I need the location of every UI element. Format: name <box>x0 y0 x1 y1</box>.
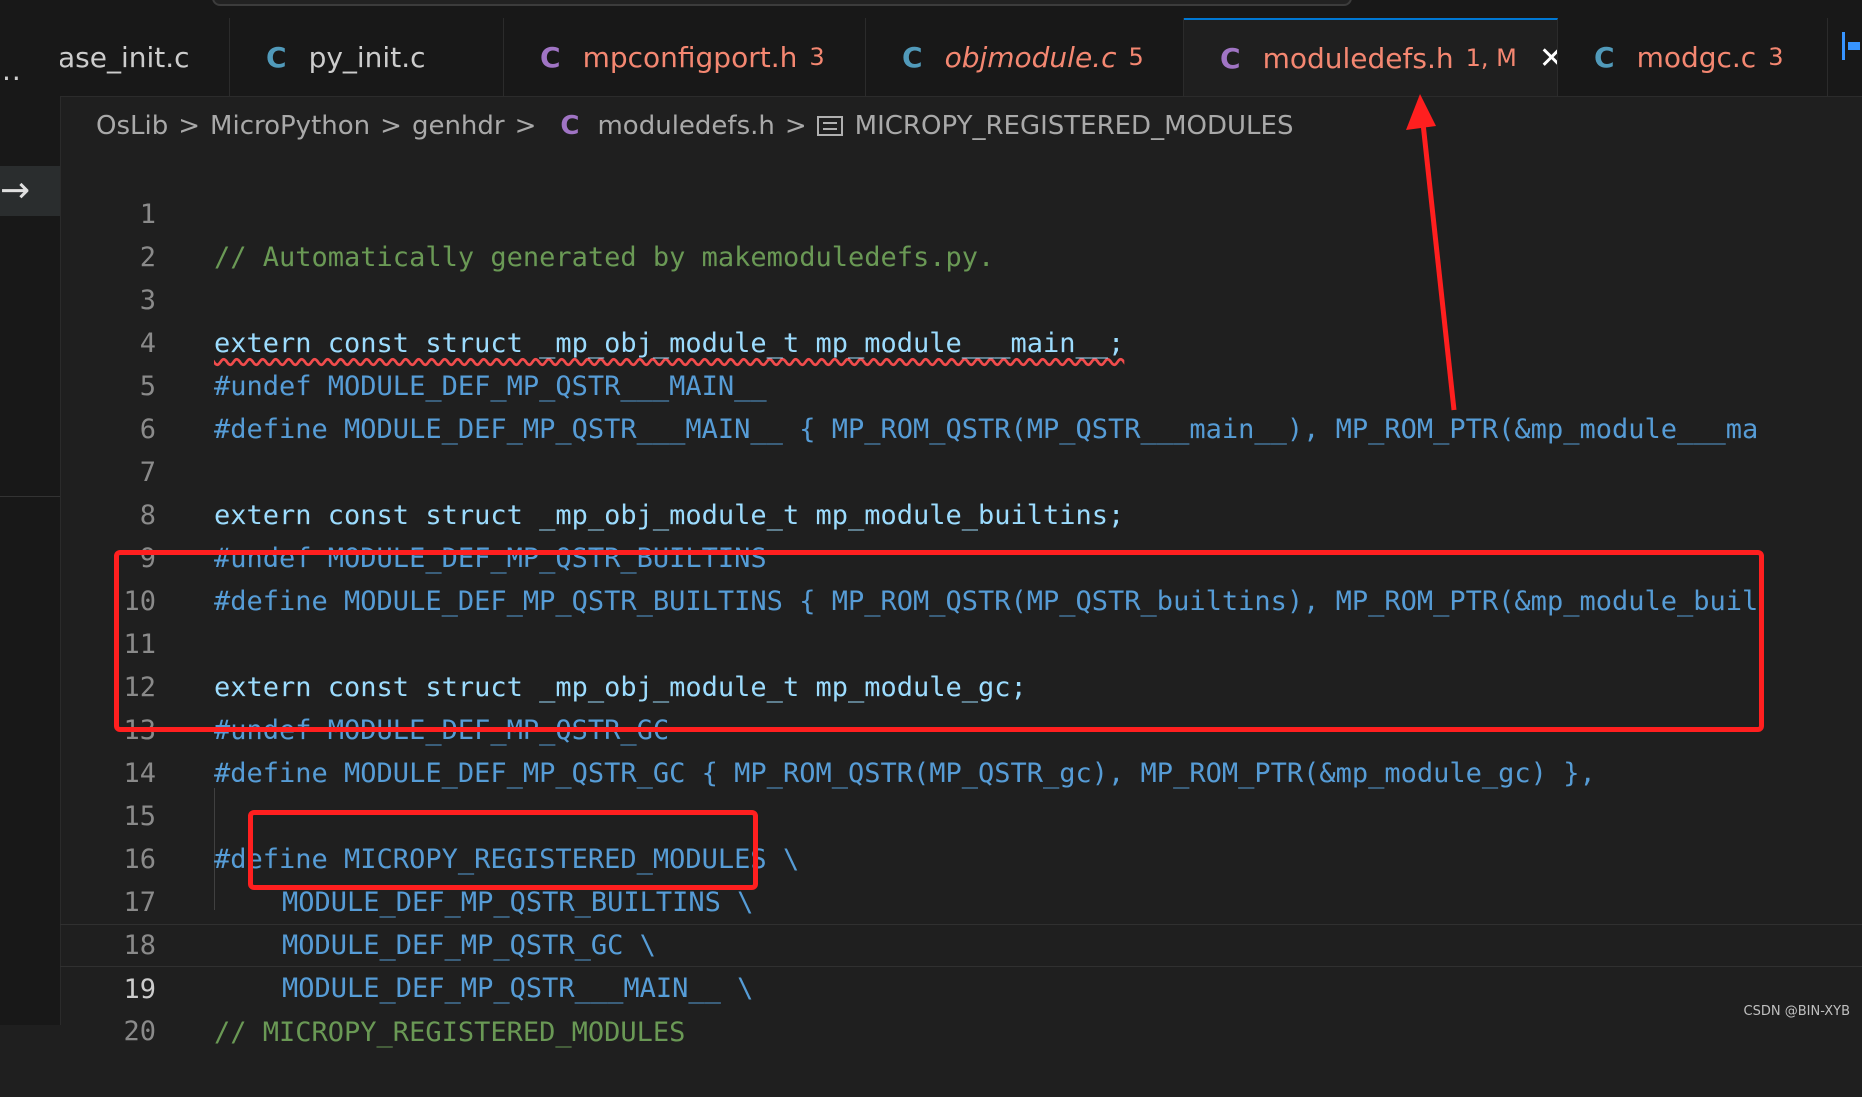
breadcrumb-item-symbol[interactable]: MICROPY_REGISTERED_MODULES <box>855 111 1294 141</box>
c-file-icon: C <box>266 40 287 74</box>
c-file-icon: C <box>902 40 923 74</box>
code-text: // MICROPY_REGISTERED_MODULES <box>214 1017 686 1048</box>
code-line: 20 <box>60 967 1862 1047</box>
breadcrumb-separator: > <box>514 111 537 141</box>
code-line: 7 extern const struct _mp_obj_module_t m… <box>60 408 1862 531</box>
symbol-constant-icon <box>816 116 843 136</box>
annotation-box-gc-module <box>114 550 1764 732</box>
breadcrumb-item-oslib[interactable]: OsLib <box>96 111 168 141</box>
c-file-icon: C <box>1594 40 1615 74</box>
breadcrumb-item-genhdr[interactable]: genhdr <box>412 111 505 141</box>
tab-label: py_init.c <box>308 40 426 74</box>
split-editor-icon[interactable] <box>1840 22 1862 78</box>
tab-label: ase_init.c <box>60 40 190 74</box>
code-line: 8 #undef MODULE_DEF_MP_QSTR_BUILTINS <box>60 451 1862 574</box>
problem-count-badge: 5 <box>1128 43 1144 71</box>
code-line: 15 #define MICROPY_REGISTERED_MODULES \ <box>60 752 1862 875</box>
annotation-box-gc-registered <box>248 810 758 890</box>
annotation-arrow-icon <box>1406 94 1457 411</box>
tab-mpconfigport-h[interactable]: C mpconfigport.h 3 <box>504 18 866 96</box>
tab-label: objmodule.c <box>944 40 1117 74</box>
activity-divider <box>0 496 60 497</box>
activity-item-selected[interactable]: → <box>0 166 60 216</box>
breadcrumb-item-file[interactable]: moduledefs.h <box>597 111 774 141</box>
breadcrumb-separator: > <box>784 111 807 141</box>
activity-bar: ·· → <box>0 18 61 1025</box>
tab-moduledefs-h[interactable]: C moduledefs.h 1, M ✕ <box>1184 18 1558 96</box>
breadcrumb-separator: > <box>178 111 201 141</box>
code-line: 2 <box>60 193 1862 273</box>
breadcrumb-separator: > <box>380 111 402 141</box>
tab-label: mpconfigport.h <box>582 40 798 74</box>
code-line: 6 <box>60 365 1862 445</box>
title-bar <box>0 0 1862 18</box>
more-actions-icon[interactable]: ·· <box>2 62 22 95</box>
tab-label: moduledefs.h <box>1262 41 1454 75</box>
tab-objmodule-c[interactable]: C objmodule.c 5 <box>866 18 1184 96</box>
arrow-right-icon: → <box>0 170 31 211</box>
watermark: CSDN @BIN-XYB <box>1743 1004 1850 1019</box>
editor-tab-bar: ase_init.c C py_init.c C mpconfigport.h … <box>60 18 1862 97</box>
code-line: 4 #undef MODULE_DEF_MP_QSTR___MAIN__ <box>60 279 1862 402</box>
tab-py-init-c[interactable]: C py_init.c <box>230 18 504 96</box>
command-center-search[interactable] <box>212 0 1352 6</box>
problem-count-badge: 1, M <box>1465 44 1517 72</box>
close-icon[interactable]: ✕ <box>1539 41 1557 76</box>
c-file-icon: C <box>540 40 561 74</box>
code-line-current: 19 // MICROPY_REGISTERED_MODULES <box>60 924 1862 1048</box>
breadcrumb-item-micropython[interactable]: MicroPython <box>210 111 370 141</box>
code-line: 5 #define MODULE_DEF_MP_QSTR___MAIN__ { … <box>60 322 1862 445</box>
problem-count-badge: 3 <box>809 43 825 71</box>
c-file-icon: C <box>1220 41 1241 75</box>
code-line: 3 extern const struct _mp_obj_module_t m… <box>60 236 1862 359</box>
tab-ase-init-c[interactable]: ase_init.c <box>60 18 230 96</box>
c-file-icon: C <box>560 111 580 141</box>
line-number: 20 <box>123 1016 156 1047</box>
code-line: 1 // Automatically generated by makemodu… <box>60 150 1862 273</box>
breadcrumb: OsLib > MicroPython > genhdr > C moduled… <box>96 106 1293 146</box>
tab-modgc-c[interactable]: C modgc.c 3 <box>1558 18 1828 96</box>
problem-count-badge: 3 <box>1768 43 1784 71</box>
code-line: 9 #define MODULE_DEF_MP_QSTR_BUILTINS { … <box>60 494 1862 617</box>
tab-label: modgc.c <box>1636 40 1757 74</box>
